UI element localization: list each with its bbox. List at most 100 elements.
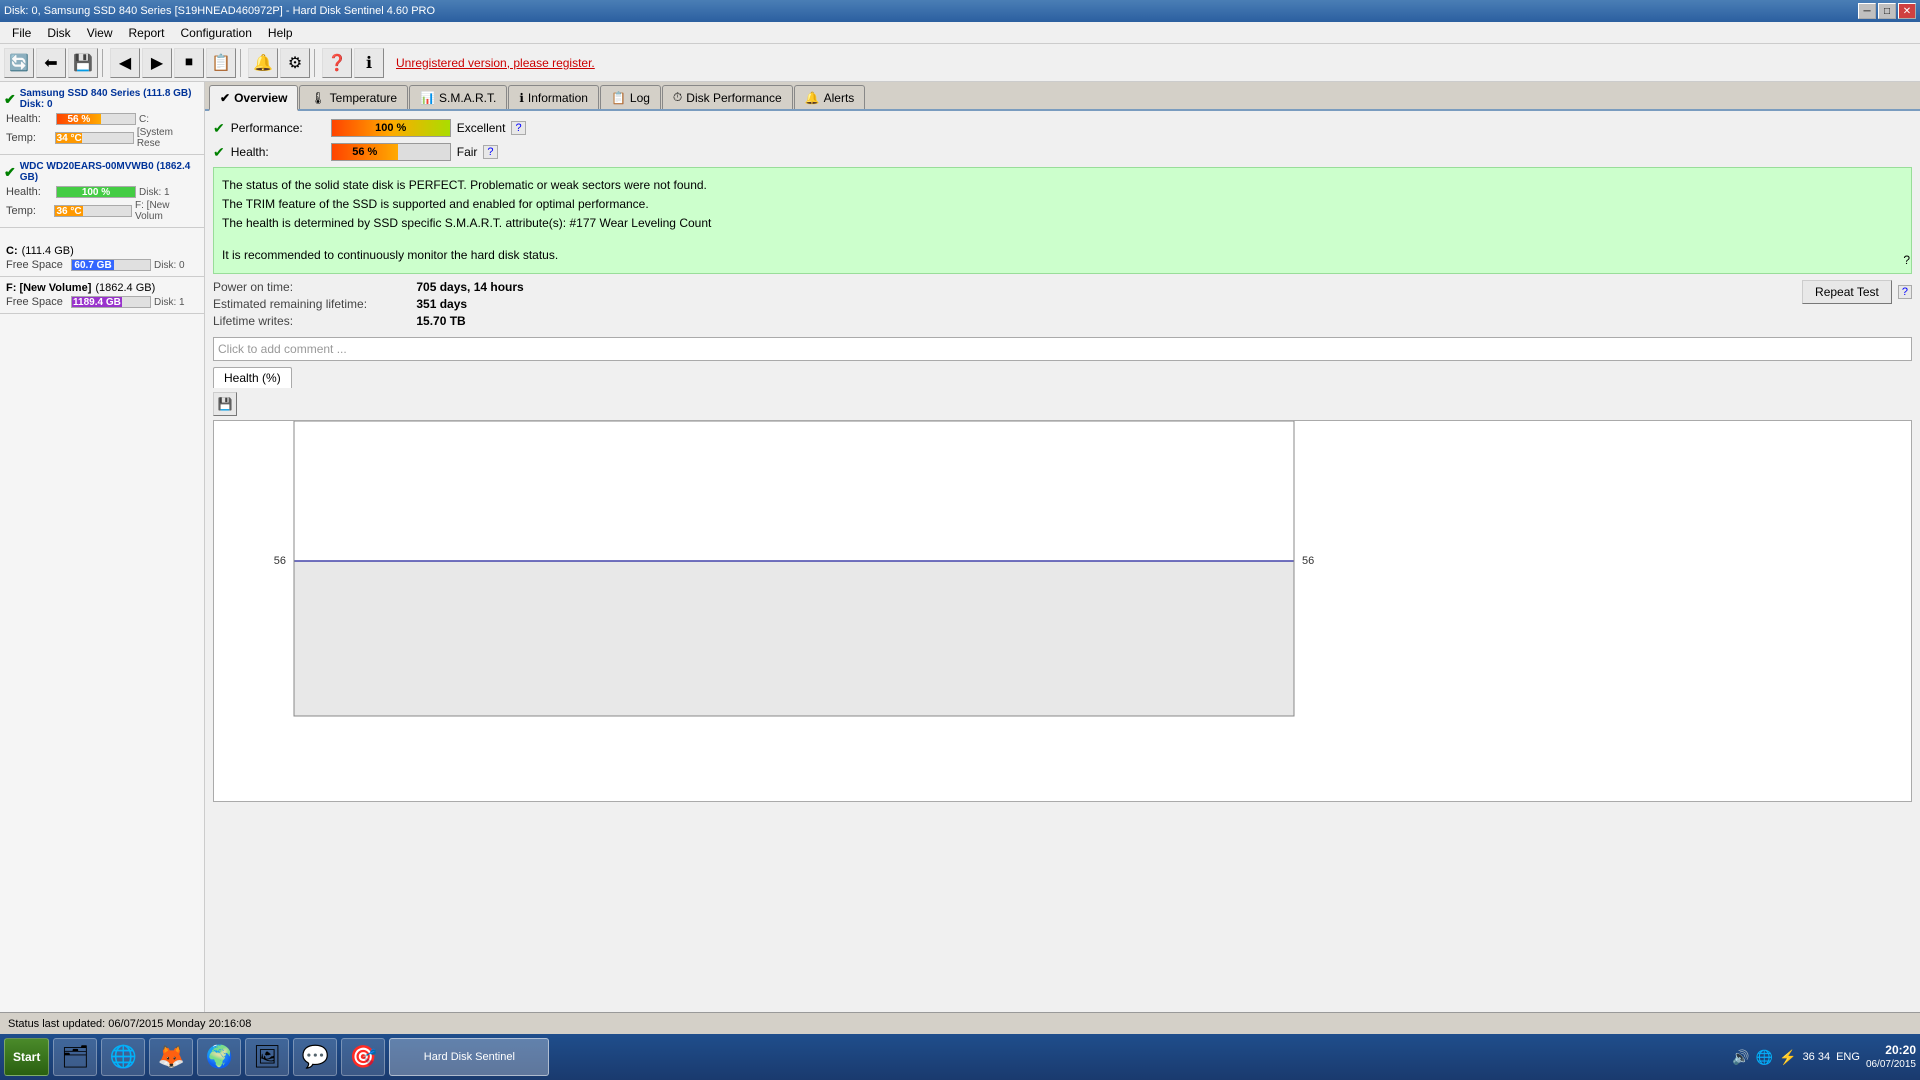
vol-c-header: C: (111.4 GB) bbox=[4, 244, 200, 258]
menu-disk[interactable]: Disk bbox=[39, 24, 78, 42]
taskbar-hds[interactable]: Hard Disk Sentinel bbox=[389, 1038, 549, 1076]
health-status: Fair bbox=[457, 145, 478, 159]
chart-tab-bar: Health (%) bbox=[213, 367, 1912, 388]
disk-group-2[interactable]: ✔ WDC WD20EARS-00MVWB0 (1862.4 GB) Healt… bbox=[0, 155, 204, 228]
svg-text:56: 56 bbox=[1302, 555, 1314, 567]
overview-icon: ✔ bbox=[220, 91, 230, 105]
minimize-button[interactable]: ─ bbox=[1858, 3, 1876, 19]
taskbar-firefox[interactable]: 🦊 bbox=[149, 1038, 193, 1076]
system-clock[interactable]: 20:20 06/07/2015 bbox=[1866, 1043, 1916, 1072]
disk2-health-row: Health: 100 % Disk: 1 bbox=[4, 185, 200, 199]
performance-help[interactable]: ? bbox=[511, 121, 525, 135]
vol-group-f[interactable]: F: [New Volume] (1862.4 GB) Free Space 1… bbox=[0, 277, 204, 314]
disk2-ok-icon: ✔ bbox=[4, 164, 16, 181]
back-button[interactable]: ◀ bbox=[110, 48, 140, 78]
disk1-ok-icon: ✔ bbox=[4, 91, 16, 108]
menu-report[interactable]: Report bbox=[120, 24, 172, 42]
taskbar-app7[interactable]: 🎯 bbox=[341, 1038, 385, 1076]
comment-placeholder: Click to add comment ... bbox=[218, 342, 347, 356]
performance-ok-icon: ✔ bbox=[213, 120, 225, 137]
disk2-health-bar: 100 % bbox=[56, 186, 136, 198]
chart-save-button[interactable]: 💾 bbox=[213, 392, 237, 416]
remaining-label: Estimated remaining lifetime: bbox=[213, 297, 413, 311]
disk1-health-bar: 56 % bbox=[56, 113, 136, 125]
vol-c-free-label: Free Space bbox=[6, 259, 71, 271]
taskbar-ie[interactable]: 🌐 bbox=[101, 1038, 145, 1076]
tab-information[interactable]: ℹ Information bbox=[508, 85, 599, 109]
disk1-health-label: Health: bbox=[6, 113, 56, 125]
chart-section: Health (%) 💾 bbox=[213, 367, 1912, 802]
taskbar-start[interactable]: Start bbox=[4, 1038, 49, 1076]
performance-fill: 100 % bbox=[332, 120, 450, 136]
disk1-temp-val: 34 °C bbox=[57, 133, 82, 144]
vol-group-c[interactable]: C: (111.4 GB) Free Space 60.7 GB Disk: 0 bbox=[0, 240, 204, 277]
repeat-test-help[interactable]: ? bbox=[1898, 285, 1912, 299]
settings-button[interactable]: ⚙ bbox=[280, 48, 310, 78]
tab-alerts[interactable]: 🔔 Alerts bbox=[794, 85, 866, 109]
tray-icon-1[interactable]: 🔊 bbox=[1732, 1049, 1749, 1066]
status-help[interactable]: ? bbox=[1903, 251, 1910, 270]
info-button[interactable]: ℹ bbox=[354, 48, 384, 78]
comment-box[interactable]: Click to add comment ... bbox=[213, 337, 1912, 361]
remaining-row: Estimated remaining lifetime: 351 days bbox=[213, 297, 1802, 311]
register-link[interactable]: Unregistered version, please register. bbox=[396, 56, 595, 70]
refresh-button[interactable]: 🔄 bbox=[4, 48, 34, 78]
performance-label: Performance: bbox=[231, 121, 331, 135]
tab-overview[interactable]: ✔ Overview bbox=[209, 85, 298, 111]
disk2-name: ✔ WDC WD20EARS-00MVWB0 (1862.4 GB) bbox=[4, 159, 200, 185]
taskbar-photoshop[interactable]: 🖼 bbox=[245, 1038, 289, 1076]
repeat-test-area: Repeat Test ? bbox=[1802, 280, 1912, 304]
export-button[interactable]: 📋 bbox=[206, 48, 236, 78]
alert-button[interactable]: 🔔 bbox=[248, 48, 278, 78]
clock-time: 20:20 bbox=[1866, 1043, 1916, 1059]
disk1-health-row: Health: 56 % C: bbox=[4, 112, 200, 126]
forward-button[interactable]: ▶ bbox=[142, 48, 172, 78]
tab-information-label: Information bbox=[528, 91, 588, 105]
disk-prev-button[interactable]: ⬅ bbox=[36, 48, 66, 78]
status-line-2: The TRIM feature of the SSD is supported… bbox=[222, 195, 1903, 214]
health-help[interactable]: ? bbox=[483, 145, 497, 159]
tab-temperature[interactable]: 🌡 Temperature bbox=[299, 85, 408, 109]
save-button[interactable]: 💾 bbox=[68, 48, 98, 78]
disk1-name: ✔ Samsung SSD 840 Series (111.8 GB) Disk… bbox=[4, 86, 200, 112]
tray-lang[interactable]: ENG bbox=[1836, 1051, 1860, 1063]
performance-status: Excellent bbox=[457, 121, 506, 135]
menu-bar: File Disk View Report Configuration Help bbox=[0, 22, 1920, 44]
help-button[interactable]: ❓ bbox=[322, 48, 352, 78]
chart-tab-health[interactable]: Health (%) bbox=[213, 367, 292, 388]
stop-button[interactable]: ⏹ bbox=[174, 48, 204, 78]
tab-disk-performance[interactable]: ⏱ Disk Performance bbox=[662, 85, 793, 109]
menu-view[interactable]: View bbox=[79, 24, 121, 42]
repeat-test-button[interactable]: Repeat Test bbox=[1802, 280, 1892, 304]
tray-icon-2[interactable]: 🌐 bbox=[1756, 1049, 1773, 1066]
vol-f-extra: Disk: 1 bbox=[154, 297, 185, 308]
menu-help[interactable]: Help bbox=[260, 24, 301, 42]
close-button[interactable]: ✕ bbox=[1898, 3, 1916, 19]
disk2-health-val: 100 % bbox=[82, 187, 110, 198]
menu-configuration[interactable]: Configuration bbox=[173, 24, 260, 42]
performance-bar: 100 % bbox=[331, 119, 451, 137]
svg-text:56: 56 bbox=[274, 555, 286, 567]
tray-icon-battery[interactable]: ⚡ bbox=[1779, 1049, 1796, 1066]
tab-log[interactable]: 📋 Log bbox=[600, 85, 661, 109]
power-on-row: Power on time: 705 days, 14 hours bbox=[213, 280, 1802, 294]
taskbar-chrome[interactable]: 🌍 bbox=[197, 1038, 241, 1076]
health-ok-icon: ✔ bbox=[213, 144, 225, 161]
health-chart-svg: 565605/07/201506/07/2015 bbox=[214, 421, 1314, 801]
disk2-title: WDC WD20EARS-00MVWB0 (1862.4 GB) bbox=[20, 161, 200, 183]
tab-smart[interactable]: 📊 S.M.A.R.T. bbox=[409, 85, 507, 109]
restore-button[interactable]: □ bbox=[1878, 3, 1896, 19]
tab-bar: ✔ Overview 🌡 Temperature 📊 S.M.A.R.T. ℹ … bbox=[205, 82, 1920, 111]
taskbar: Start 🗂 🌐 🦊 🌍 🖼 💬 🎯 Hard Disk Sentinel 🔊… bbox=[0, 1034, 1920, 1080]
taskbar-skype[interactable]: 💬 bbox=[293, 1038, 337, 1076]
disk2-temp-fill: 36 °C bbox=[55, 206, 82, 216]
menu-file[interactable]: File bbox=[4, 24, 39, 42]
taskbar-explorer[interactable]: 🗂 bbox=[53, 1038, 97, 1076]
disk2-health-label: Health: bbox=[6, 186, 56, 198]
title-bar-controls: ─ □ ✕ bbox=[1858, 3, 1916, 19]
disk-group-1[interactable]: ✔ Samsung SSD 840 Series (111.8 GB) Disk… bbox=[0, 82, 204, 155]
disk1-temp-label: Temp: bbox=[6, 132, 55, 144]
status-line-5: It is recommended to continuously monito… bbox=[222, 246, 1903, 265]
vol-f-free-fill: 1189.4 GB bbox=[72, 297, 122, 307]
vol-c-free-bar: 60.7 GB bbox=[71, 259, 151, 271]
